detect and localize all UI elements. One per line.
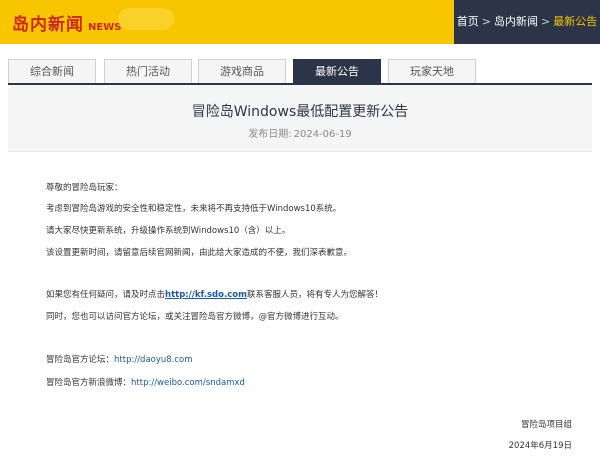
greeting: 尊敬的冒险岛玩家： [46,183,123,193]
weibo-line: 冒险岛官方新浪微博：http://weibo.com/sndamxd [46,376,245,388]
article-title: 冒险岛Windows最低配置更新公告 [191,104,409,120]
publish-date-value: 2024-06-19 [293,129,352,140]
weibo-link[interactable]: http://weibo.com/sndamxd [131,378,245,388]
weibo-label: 冒险岛官方新浪微博： [46,378,132,388]
logo-text-en: NEWS [88,22,122,33]
contact-text-before: 如果您有任何疑问，请及时点击 [46,290,166,300]
signature-team: 冒险岛项目组 [520,420,572,430]
article-header: 冒险岛Windows最低配置更新公告 发布日期: 2024-06-19 [8,85,592,152]
tab-game-items[interactable]: 游戏商品 [198,59,286,83]
tab-hot-events[interactable]: 热门活动 [104,59,192,83]
breadcrumb-separator: > [481,15,491,28]
forum-link[interactable]: http://daoyu8.com [114,355,193,365]
category-tabs: 综合新闻 热门活动 游戏商品 最新公告 玩家天地 [8,59,592,83]
breadcrumb: 首页 > 岛内新闻 > 最新公告 [454,0,600,44]
signature-date: 2024年6月19日 [508,441,572,451]
paragraph-contact: 如果您有任何疑问，请及时点击http://kf.sdo.com联系客服人员，将有… [46,288,383,300]
logo-text-cn: 岛内新闻 [12,15,84,35]
paragraph-forum: 同时，您也可以访问官方论坛，或关注冒险岛官方微博，@官方微博进行互动。 [46,312,344,322]
contact-text-after: 联系客服人员，将有专人为您解答！ [246,290,383,300]
paragraph-apology: 该设置更新时间，请留意后续官网新闻，由此给大家造成的不便，我们深表歉意。 [46,248,353,258]
site-logo[interactable]: 岛内新闻 NEWS [12,10,121,35]
paragraph-upgrade: 请大家尽快更新系统，升级操作系统到Windows10（含）以上。 [46,226,291,236]
publish-date-label: 发布日期: [248,129,292,140]
tab-general-news[interactable]: 综合新闻 [8,59,96,83]
customer-service-link[interactable]: http://kf.sdo.com [165,290,247,300]
breadcrumb-home[interactable]: 首页 [457,15,479,28]
tab-latest-notice[interactable]: 最新公告 [293,59,381,83]
paragraph-support: 考虑到冒险岛游戏的安全性和稳定性，未来将不再支持低于Windows10系统。 [46,204,342,214]
tab-player-world[interactable]: 玩家天地 [388,59,476,83]
publish-date: 发布日期: 2024-06-19 [8,125,592,140]
logo-decoration [118,8,174,30]
forum-line: 冒险岛官方论坛：http://daoyu8.com [46,353,193,365]
breadcrumb-news[interactable]: 岛内新闻 [494,15,538,28]
forum-label: 冒险岛官方论坛： [46,355,115,365]
site-header: 岛内新闻 NEWS 首页 > 岛内新闻 > 最新公告 [0,0,600,44]
breadcrumb-separator: > [541,15,551,28]
breadcrumb-current: 最新公告 [553,15,598,28]
